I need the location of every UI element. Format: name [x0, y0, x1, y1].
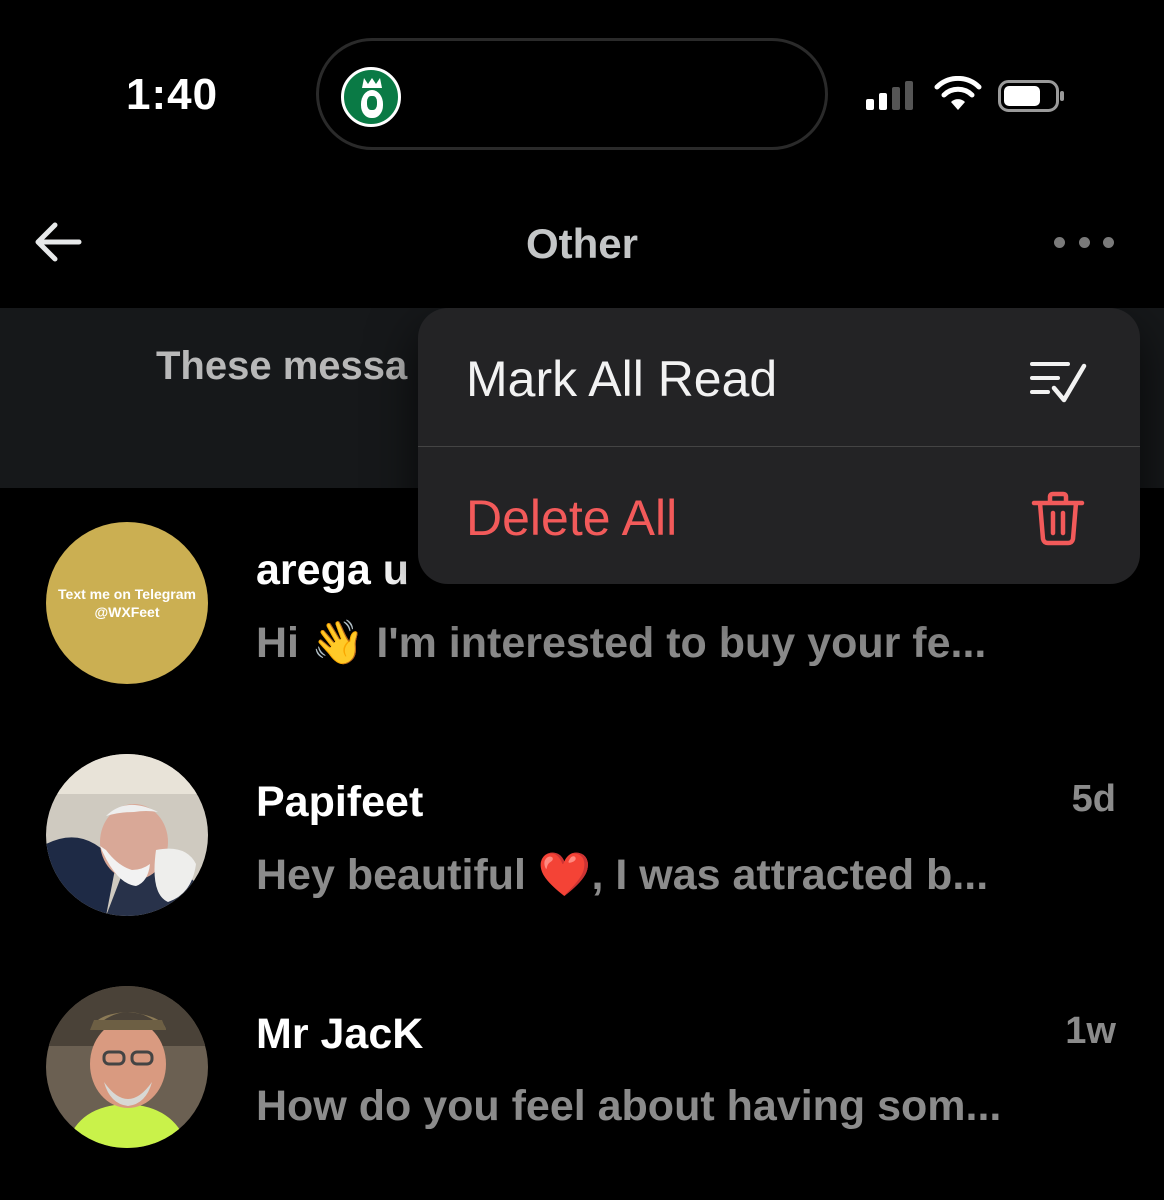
avatar[interactable]	[46, 754, 208, 916]
conversation-timestamp: 1w	[1065, 1010, 1116, 1052]
conversation-preview: Hey beautiful ❤️, I was attracted b...	[256, 851, 989, 899]
more-options-button[interactable]	[1054, 228, 1114, 256]
avatar-photo	[46, 986, 208, 1148]
conversation-name: Mr JacK	[256, 1010, 424, 1058]
avatar-caption: @WXFeet	[94, 604, 160, 620]
status-time: 1:40	[126, 70, 219, 119]
menu-item-label: Mark All Read	[466, 351, 778, 407]
conversation-preview: How do you feel about having som...	[256, 1082, 1002, 1130]
dynamic-island[interactable]	[316, 38, 828, 150]
wifi-icon	[934, 76, 982, 110]
page-title: Other	[525, 220, 638, 267]
conversation-name: arega u	[256, 546, 409, 594]
cellular-signal-icon	[866, 80, 913, 110]
status-bar: 1:40	[0, 0, 1164, 170]
avatar-photo	[46, 754, 208, 916]
avatar[interactable]	[46, 986, 208, 1148]
delete-all-button[interactable]: Delete All	[418, 447, 1140, 584]
menu-item-label: Delete All	[466, 490, 678, 546]
conversation-row[interactable]: Mr JacK 1w How do you feel about having …	[0, 964, 1164, 1194]
trash-icon	[1031, 491, 1085, 546]
conversation-timestamp: 5d	[1071, 778, 1116, 820]
mark-all-read-button[interactable]: Mark All Read	[418, 308, 1140, 446]
banner-text: These messa	[156, 344, 408, 388]
header: Other	[0, 190, 1164, 300]
starbucks-logo-icon[interactable]	[341, 67, 401, 127]
avatar-caption: Text me on Telegram	[58, 586, 196, 602]
conversation-name: Papifeet	[256, 778, 424, 826]
avatar[interactable]: Text me on Telegram @WXFeet	[46, 522, 208, 684]
context-menu: Mark All Read Delete All	[418, 308, 1140, 584]
conversation-preview: Hi 👋 I'm interested to buy your fe...	[256, 619, 987, 667]
ellipsis-icon	[1054, 236, 1065, 248]
conversation-row[interactable]: Papifeet 5d Hey beautiful ❤️, I was attr…	[0, 732, 1164, 962]
checklist-icon	[1030, 362, 1087, 403]
battery-icon	[998, 80, 1064, 112]
